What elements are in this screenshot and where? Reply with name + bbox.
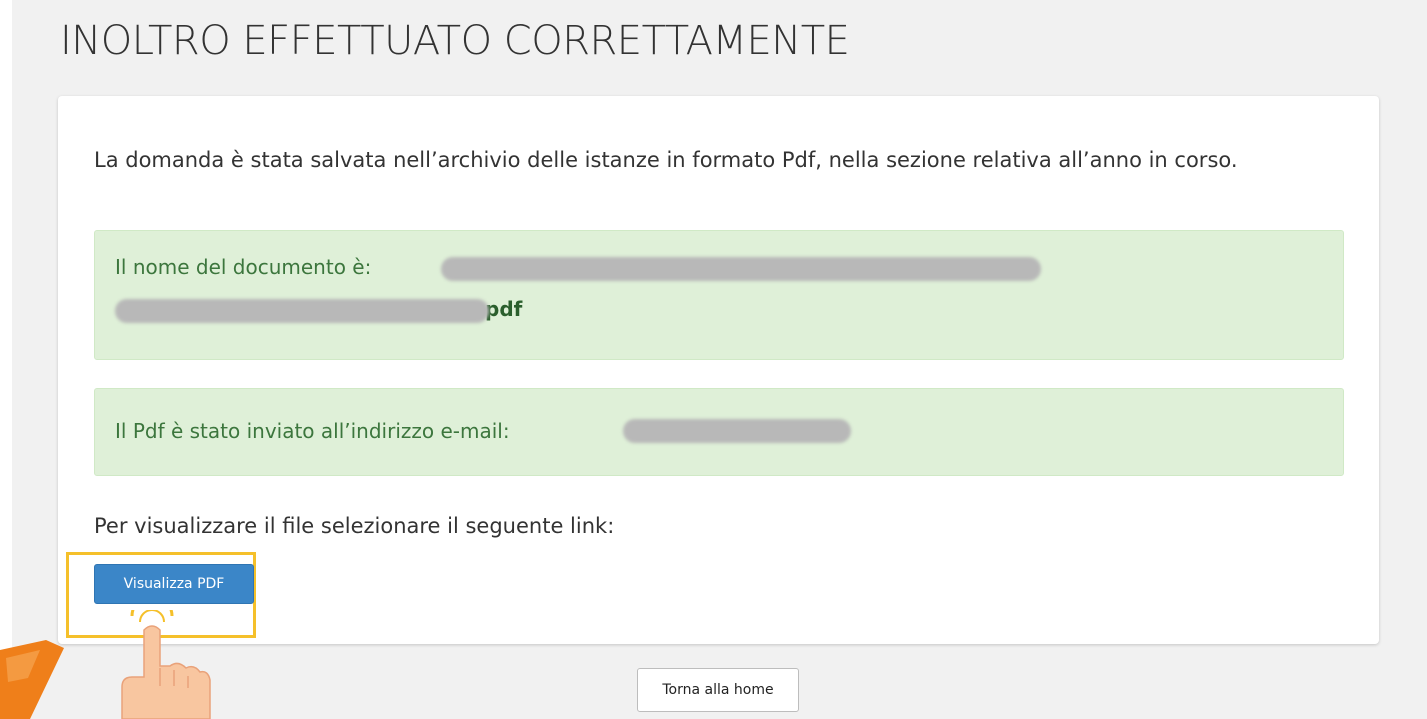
back-home-button[interactable]: Torna alla home bbox=[637, 668, 799, 712]
intro-text: La domanda è stata salvata nell’archivio… bbox=[94, 148, 1238, 172]
email-alert: Il Pdf è stato inviato all’indirizzo e-m… bbox=[94, 388, 1344, 476]
redacted-filename-part1 bbox=[441, 257, 1041, 281]
pointing-hand-icon bbox=[121, 610, 211, 719]
page-title: INOLTRO EFFETTUATO CORRETTAMENTE bbox=[60, 18, 850, 64]
email-label: Il Pdf è stato inviato all’indirizzo e-m… bbox=[115, 419, 510, 443]
link-prompt: Per visualizzare il file selezionare il … bbox=[94, 514, 615, 538]
redacted-email bbox=[623, 419, 851, 443]
decorative-corner-icon bbox=[0, 640, 64, 719]
document-name-label: Il nome del documento è: bbox=[115, 255, 372, 279]
redacted-filename-part2 bbox=[115, 299, 489, 323]
document-name-alert: Il nome del documento è: pdf bbox=[94, 230, 1344, 360]
result-panel: La domanda è stata salvata nell’archivio… bbox=[58, 96, 1379, 644]
view-pdf-button[interactable]: Visualizza PDF bbox=[94, 564, 254, 604]
filename-extension: pdf bbox=[485, 297, 523, 321]
